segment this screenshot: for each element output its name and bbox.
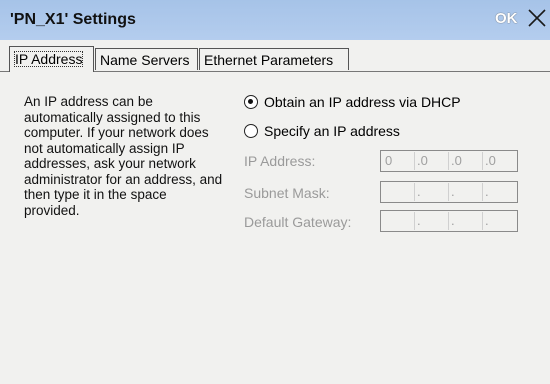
subnet-octet-4[interactable]: . xyxy=(482,183,512,201)
subnet-mask-field[interactable]: . . . xyxy=(380,181,518,203)
gateway-octet-3[interactable]: . xyxy=(448,212,478,230)
title-bar: 'PN_X1' Settings OK xyxy=(0,0,550,40)
tab-label: Name Servers xyxy=(100,52,190,68)
gateway-octet-2[interactable]: . xyxy=(414,212,444,230)
tab-label: IP Address xyxy=(14,51,84,67)
ip-address-field[interactable]: 0 .0 .0 .0 xyxy=(380,150,518,172)
subnet-octet-1[interactable] xyxy=(383,183,413,201)
radio-dhcp-label: Obtain an IP address via DHCP xyxy=(264,94,461,110)
radio-static-indicator[interactable] xyxy=(244,124,258,138)
gateway-octet-1[interactable] xyxy=(383,212,413,230)
default-gateway-field[interactable]: . . . xyxy=(380,210,518,232)
ip-octet-2[interactable]: .0 xyxy=(414,152,444,170)
ip-octet-1[interactable]: 0 xyxy=(383,152,413,170)
tab-ethernet-parameters[interactable]: Ethernet Parameters xyxy=(199,48,349,70)
radio-static-label: Specify an IP address xyxy=(264,123,400,139)
ip-octet-4[interactable]: .0 xyxy=(482,152,512,170)
tab-label: Ethernet Parameters xyxy=(204,52,334,68)
subnet-octet-3[interactable]: . xyxy=(448,183,478,201)
radio-dhcp-indicator[interactable] xyxy=(244,95,258,109)
subnet-mask-label: Subnet Mask: xyxy=(244,185,330,201)
ip-octet-3[interactable]: .0 xyxy=(448,152,478,170)
ok-button[interactable]: OK xyxy=(495,10,518,27)
radio-dhcp[interactable]: Obtain an IP address via DHCP xyxy=(244,94,461,110)
close-icon[interactable] xyxy=(526,5,548,31)
default-gateway-label: Default Gateway: xyxy=(244,214,352,230)
tab-name-servers[interactable]: Name Servers xyxy=(95,48,198,70)
help-text: An IP address can be automatically assig… xyxy=(24,94,223,218)
subnet-octet-2[interactable]: . xyxy=(414,183,444,201)
radio-static-ip[interactable]: Specify an IP address xyxy=(244,123,400,139)
ip-address-label: IP Address: xyxy=(244,153,316,169)
tab-strip: IP Address Name Servers Ethernet Paramet… xyxy=(9,46,549,72)
tab-ip-address[interactable]: IP Address xyxy=(9,46,94,72)
window-title: 'PN_X1' Settings xyxy=(10,11,136,28)
gateway-octet-4[interactable]: . xyxy=(482,212,512,230)
